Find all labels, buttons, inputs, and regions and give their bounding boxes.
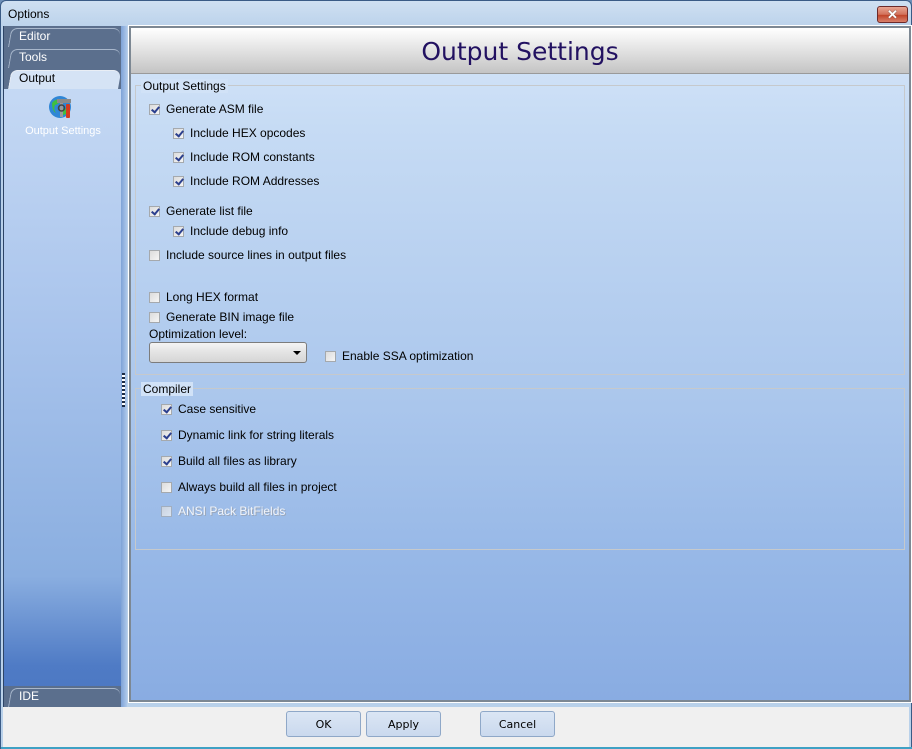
checkbox-box[interactable] [149,291,160,303]
include-rom-constants-checkbox[interactable]: Include ROM constants [173,149,315,165]
group-legend: Compiler [141,382,194,396]
include-debug-info-checkbox[interactable]: Include debug info [173,223,288,239]
checkbox-box[interactable] [161,403,172,415]
checkbox-label: Include ROM constants [190,150,315,164]
sidebar-tab-editor[interactable]: Editor [4,26,122,47]
checkbox-label: Always build all files in project [178,480,337,494]
close-button[interactable]: ✕ [877,6,908,23]
case-sensitive-checkbox[interactable]: Case sensitive [161,401,256,417]
checkbox-box[interactable] [149,205,160,217]
sidebar-tab-output[interactable]: Output [4,68,122,89]
include-hex-opcodes-checkbox[interactable]: Include HEX opcodes [173,125,305,141]
optimization-level-label: Optimization level: [149,327,248,341]
ansi-pack-bitfields-checkbox: ANSI Pack BitFields [161,503,285,519]
checkbox-label: Include source lines in output files [166,248,347,262]
content-panel: Output Settings Output Settings Generate… [128,25,912,703]
checkbox-box[interactable] [149,103,160,115]
checkbox-label: Include debug info [190,224,289,238]
checkbox-box[interactable] [325,350,336,362]
include-rom-addresses-checkbox[interactable]: Include ROM Addresses [173,173,319,189]
sidebar-tab-label: Tools [19,50,48,64]
optimization-level-select[interactable] [149,342,307,363]
checkbox-label: Enable SSA optimization [342,349,474,363]
checkbox-box[interactable] [149,311,160,323]
checkbox-label: Build all files as library [178,454,297,468]
sidebar-tab-ide[interactable]: IDE [4,686,122,707]
checkbox-box[interactable] [149,249,160,261]
sidebar-tab-label: IDE [19,689,40,703]
splitter-grip[interactable] [122,373,125,407]
title-bar[interactable]: Options ✕ [1,1,911,27]
generate-asm-checkbox[interactable]: Generate ASM file [149,101,263,117]
button-bar: OK Apply Cancel [3,707,909,747]
sidebar-tab-label: Editor [19,29,51,43]
sidebar-item-output-settings[interactable]: Output Settings [4,91,122,139]
checkbox-box[interactable] [173,175,184,187]
generate-bin-image-checkbox[interactable]: Generate BIN image file [149,309,294,325]
enable-ssa-checkbox[interactable]: Enable SSA optimization [325,348,473,364]
output-settings-group: Output Settings Generate ASM file Includ… [135,79,905,375]
checkbox-label: Generate BIN image file [166,310,295,324]
sidebar-item-label: Output Settings [25,125,101,137]
sidebar-tab-label: Output [19,71,56,85]
sidebar-splitter[interactable] [121,26,127,707]
checkbox-box[interactable] [173,151,184,163]
options-dialog: Options ✕ Editor Tools Output Output Set… [0,0,912,749]
checkbox-label: Include ROM Addresses [190,174,320,188]
apply-button[interactable]: Apply [366,711,441,737]
always-build-all-checkbox[interactable]: Always build all files in project [161,479,337,495]
build-as-library-checkbox[interactable]: Build all files as library [161,453,297,469]
page-header: Output Settings [131,28,909,74]
dynamic-link-checkbox[interactable]: Dynamic link for string literals [161,427,334,443]
checkbox-label: Include HEX opcodes [190,126,306,140]
checkbox-label: Generate list file [166,204,253,218]
checkbox-label: Generate ASM file [166,102,264,116]
checkbox-box[interactable] [161,455,172,467]
include-source-lines-checkbox[interactable]: Include source lines in output files [149,247,346,263]
checkbox-label: Long HEX format [166,290,259,304]
checkbox-box [161,505,172,517]
sidebar: Editor Tools Output Output Settings IDE [3,26,122,707]
checkbox-box[interactable] [161,481,172,493]
output-settings-icon [49,96,71,118]
checkbox-label: Dynamic link for string literals [178,428,335,442]
group-legend: Output Settings [141,79,228,93]
checkbox-box[interactable] [173,225,184,237]
checkbox-label: ANSI Pack BitFields [178,504,286,518]
sidebar-tab-tools[interactable]: Tools [4,47,122,68]
close-icon: ✕ [887,7,898,22]
dropdown-arrow-icon [293,351,301,355]
cancel-button[interactable]: Cancel [480,711,555,737]
dialog-client: Editor Tools Output Output Settings IDE … [3,25,912,707]
checkbox-box[interactable] [161,429,172,441]
checkbox-box[interactable] [173,127,184,139]
window-title: Options [8,7,50,21]
checkbox-label: Case sensitive [178,402,257,416]
generate-list-file-checkbox[interactable]: Generate list file [149,203,253,219]
ok-button[interactable]: OK [286,711,361,737]
page-title: Output Settings [421,37,619,66]
long-hex-format-checkbox[interactable]: Long HEX format [149,289,258,305]
compiler-group: Compiler Case sensitive Dynamic link for… [135,382,905,550]
